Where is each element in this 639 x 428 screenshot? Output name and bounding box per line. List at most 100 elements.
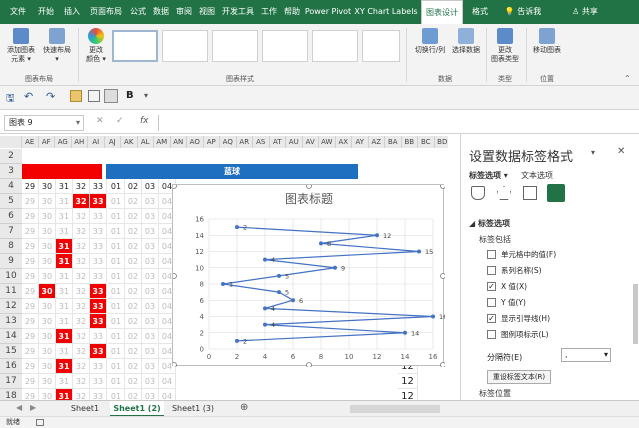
print-preview-icon[interactable] bbox=[88, 90, 100, 102]
highlighted-cell[interactable]: 31 bbox=[56, 359, 73, 374]
cell[interactable]: 01 bbox=[108, 209, 125, 224]
separator-select[interactable]: , ▾ bbox=[561, 348, 611, 362]
cell[interactable]: 01 bbox=[108, 329, 125, 344]
name-box[interactable]: 图表 9 ▾ bbox=[4, 115, 84, 131]
cell[interactable]: 03 bbox=[142, 239, 159, 254]
section-label-options[interactable]: ◢ 标签选项 bbox=[469, 218, 510, 229]
cell[interactable]: 29 bbox=[22, 329, 39, 344]
cell[interactable]: 30 bbox=[39, 329, 56, 344]
cell[interactable]: 33 bbox=[90, 224, 107, 239]
tab-work[interactable]: 工作 bbox=[258, 0, 280, 24]
column-header[interactable]: AI bbox=[88, 136, 105, 148]
size-properties-icon[interactable] bbox=[523, 186, 537, 200]
save-icon[interactable]: 🖫 bbox=[6, 91, 15, 108]
column-header[interactable]: AS bbox=[253, 136, 270, 148]
row-header[interactable]: 16 bbox=[0, 359, 22, 374]
cell[interactable]: 03 bbox=[142, 389, 159, 400]
row-header[interactable]: 17 bbox=[0, 374, 22, 389]
column-header[interactable]: AQ bbox=[220, 136, 237, 148]
highlighted-cell[interactable]: 32 bbox=[73, 194, 90, 209]
cell[interactable]: 32 bbox=[73, 329, 90, 344]
column-header[interactable]: AH bbox=[71, 136, 88, 148]
quick-layout-button[interactable]: 快速布局 ▾ bbox=[40, 28, 74, 64]
fx-icon[interactable]: fx bbox=[140, 116, 149, 126]
formula-input[interactable] bbox=[158, 115, 634, 131]
tab-home[interactable]: 开始 bbox=[34, 0, 58, 24]
cell[interactable]: 29 bbox=[22, 224, 39, 239]
row-header[interactable]: 13 bbox=[0, 314, 22, 329]
cell[interactable]: 33 bbox=[90, 269, 107, 284]
cell[interactable]: 02 bbox=[125, 374, 142, 389]
column-header[interactable]: AU bbox=[286, 136, 303, 148]
cell[interactable]: 02 bbox=[125, 179, 142, 194]
effects-icon[interactable] bbox=[497, 186, 511, 200]
cell[interactable]: 30 bbox=[39, 179, 56, 194]
fill-line-icon[interactable] bbox=[471, 186, 485, 200]
cell[interactable]: 30 bbox=[39, 314, 56, 329]
cell[interactable]: 29 bbox=[22, 374, 39, 389]
cell[interactable]: 32 bbox=[73, 389, 90, 400]
highlighted-cell[interactable]: 33 bbox=[90, 284, 107, 299]
chart-style-3[interactable] bbox=[212, 30, 258, 62]
chart-style-6[interactable] bbox=[362, 30, 400, 62]
cell[interactable]: 31 bbox=[56, 314, 73, 329]
column-header[interactable]: BB bbox=[401, 136, 418, 148]
cell[interactable]: 33 bbox=[90, 329, 107, 344]
row-header[interactable]: 6 bbox=[0, 209, 22, 224]
close-icon[interactable]: ✕ bbox=[617, 146, 625, 157]
customize-qat-icon[interactable]: ▾ bbox=[144, 91, 148, 100]
cell[interactable]: 03 bbox=[142, 314, 159, 329]
sheet-tab-3[interactable]: Sheet1 (3) bbox=[166, 401, 220, 417]
cell[interactable]: 32 bbox=[73, 224, 90, 239]
horizontal-scrollbar[interactable] bbox=[350, 405, 440, 413]
row-header[interactable]: 12 bbox=[0, 299, 22, 314]
cell[interactable]: 01 bbox=[108, 179, 125, 194]
column-header[interactable]: AP bbox=[203, 136, 220, 148]
cell[interactable]: 33 bbox=[90, 359, 107, 374]
folder-icon[interactable] bbox=[70, 90, 82, 102]
cell[interactable]: 03 bbox=[142, 224, 159, 239]
cell[interactable]: 04 bbox=[159, 389, 176, 400]
cell[interactable]: 02 bbox=[125, 269, 142, 284]
cell[interactable]: 32 bbox=[73, 284, 90, 299]
row-header[interactable]: 5 bbox=[0, 194, 22, 209]
cell[interactable]: 33 bbox=[90, 179, 107, 194]
cell[interactable]: 03 bbox=[142, 359, 159, 374]
cell[interactable]: 03 bbox=[142, 329, 159, 344]
cell[interactable]: 29 bbox=[22, 284, 39, 299]
tab-view[interactable]: 视图 bbox=[196, 0, 218, 24]
cell[interactable]: 01 bbox=[108, 314, 125, 329]
change-colors-button[interactable]: 更改 颜色 ▾ bbox=[82, 28, 110, 64]
row-header[interactable]: 8 bbox=[0, 239, 22, 254]
column-header[interactable]: AM bbox=[154, 136, 171, 148]
tab-help[interactable]: 帮助 bbox=[281, 0, 303, 24]
enter-icon[interactable]: ✓ bbox=[116, 116, 124, 126]
cell[interactable]: 02 bbox=[125, 389, 142, 400]
column-header[interactable]: AF bbox=[38, 136, 55, 148]
column-header[interactable]: AG bbox=[55, 136, 72, 148]
cell[interactable]: 01 bbox=[108, 374, 125, 389]
cancel-icon[interactable]: ✕ bbox=[96, 116, 104, 126]
tab-page-layout[interactable]: 页面布局 bbox=[86, 0, 126, 24]
cell[interactable]: 29 bbox=[22, 269, 39, 284]
bold-icon[interactable]: B bbox=[126, 90, 134, 101]
cell[interactable]: 29 bbox=[22, 389, 39, 400]
cell[interactable]: 03 bbox=[142, 374, 159, 389]
cell[interactable]: 31 bbox=[56, 209, 73, 224]
column-header[interactable]: AN bbox=[170, 136, 187, 148]
add-sheet-icon[interactable]: ⊕ bbox=[240, 402, 248, 413]
cell[interactable]: 31 bbox=[56, 299, 73, 314]
column-header[interactable]: BC bbox=[418, 136, 435, 148]
column-header[interactable]: BA bbox=[385, 136, 402, 148]
redo-icon[interactable]: ↷ bbox=[46, 90, 55, 103]
sheet-tab-1[interactable]: Sheet1 bbox=[62, 401, 108, 417]
cell[interactable]: 32 bbox=[73, 254, 90, 269]
cell[interactable]: 02 bbox=[125, 284, 142, 299]
cell[interactable]: 31 bbox=[56, 179, 73, 194]
cell[interactable]: 02 bbox=[125, 299, 142, 314]
tell-me[interactable]: 💡 告诉我 bbox=[498, 0, 548, 24]
select-data-button[interactable]: 选择数据 bbox=[450, 28, 482, 55]
move-chart-button[interactable]: 移动图表 bbox=[530, 28, 564, 55]
row-header[interactable]: 14 bbox=[0, 329, 22, 344]
cell[interactable]: 30 bbox=[39, 374, 56, 389]
